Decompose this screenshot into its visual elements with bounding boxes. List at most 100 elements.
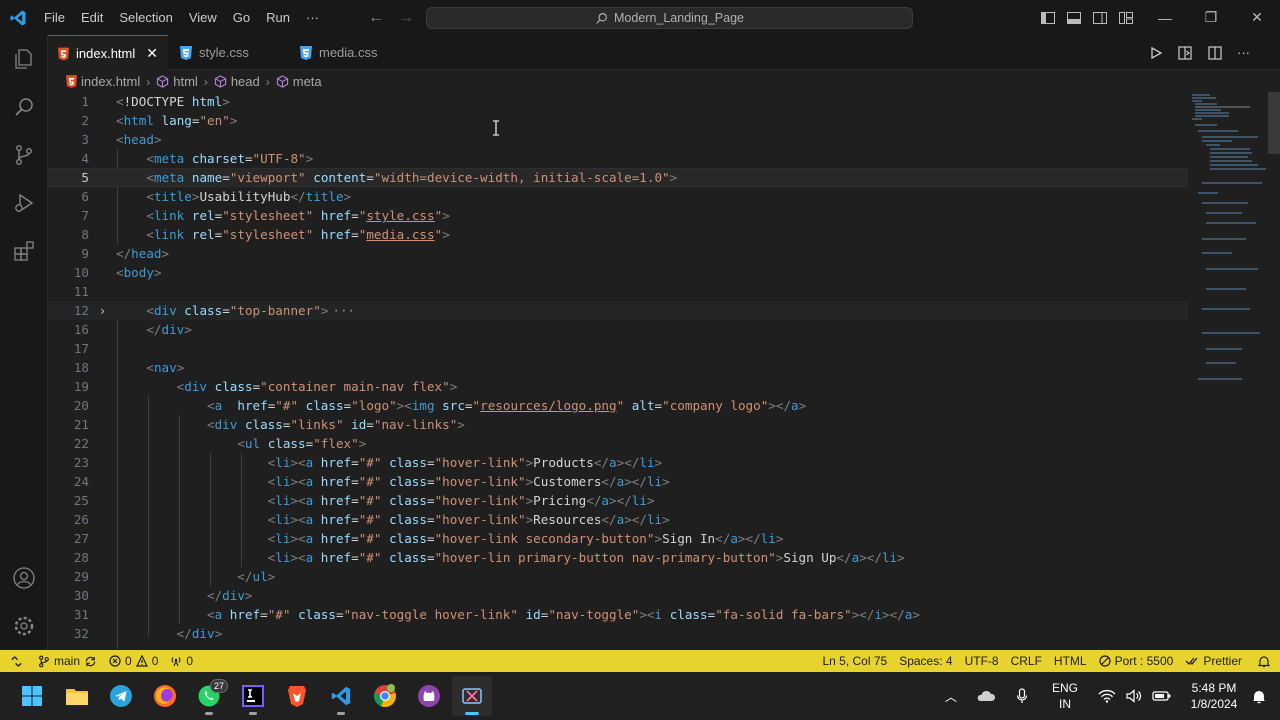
vscode-taskbar-icon[interactable] [321, 676, 361, 716]
command-center-search[interactable]: Modern_Landing_Page [426, 7, 913, 29]
vscode-logo-icon[interactable] [0, 0, 36, 35]
toggle-secondary-sidebar-icon[interactable] [1092, 10, 1108, 26]
system-tray: ︿ ENG IN 5:48 PM 1/8/2024 [936, 672, 1280, 720]
start-windows-icon[interactable] [12, 676, 52, 716]
split-editor-icon[interactable] [1207, 45, 1223, 61]
search-icon [596, 12, 607, 24]
intellij-icon[interactable] [233, 676, 273, 716]
close-window-button[interactable]: ✕ [1234, 0, 1280, 35]
cursor-position[interactable]: Ln 5, Col 75 [816, 650, 893, 672]
line-number: 31 [73, 607, 89, 622]
tab-index-html[interactable]: index.html ✕ [48, 35, 168, 71]
code-line: 18 <nav> [48, 358, 1188, 377]
code-line: 19 <div class="container main-nav flex"> [48, 377, 1188, 396]
show-hidden-icons-chevron-up-icon[interactable]: ︿ [936, 688, 966, 705]
code-text: </ul> [237, 569, 276, 584]
snipping-tool-icon[interactable] [452, 676, 492, 716]
live-server-port[interactable]: Port : 5500 [1093, 650, 1180, 672]
explorer-icon[interactable] [0, 35, 48, 83]
code-line: 26 <li><a href="#" class="hover-link">Re… [48, 510, 1188, 529]
tab-label: style.css [199, 45, 249, 60]
code-text: <meta charset="UTF-8"> [146, 151, 314, 166]
microphone-icon[interactable] [1016, 688, 1028, 704]
double-check-icon [1185, 657, 1198, 665]
back-arrow-icon[interactable]: ← [368, 9, 384, 27]
restore-button[interactable]: ❐ [1188, 0, 1234, 35]
breadcrumb-file[interactable]: index.html [66, 74, 140, 89]
fold-chevron-icon[interactable]: › [89, 304, 116, 318]
file-explorer-icon[interactable] [57, 676, 97, 716]
firefox-icon[interactable] [145, 676, 185, 716]
toggle-panel-icon[interactable] [1066, 10, 1082, 26]
menu-go[interactable]: Go [225, 0, 258, 35]
line-number: 9 [81, 246, 89, 261]
prettier-status[interactable]: Prettier [1179, 650, 1248, 672]
menu-view[interactable]: View [181, 0, 225, 35]
html5-icon [66, 75, 77, 88]
breadcrumb-meta[interactable]: meta [276, 74, 322, 89]
clock[interactable]: 5:48 PM 1/8/2024 [1180, 680, 1248, 712]
toggle-primary-sidebar-icon[interactable] [1040, 10, 1056, 26]
source-control-icon[interactable] [0, 131, 48, 179]
customize-layout-icon[interactable] [1118, 10, 1134, 26]
accounts-icon[interactable] [0, 554, 48, 602]
code-line: 30 </div> [48, 586, 1188, 605]
forward-arrow-icon[interactable]: → [398, 9, 414, 27]
encoding-status[interactable]: UTF-8 [959, 650, 1005, 672]
code-editor[interactable]: 1 <!DOCTYPE html> 2 <html lang="en"> 3 <hea… [48, 92, 1280, 649]
radio-tower-icon [171, 657, 181, 667]
branch-status[interactable]: main [32, 650, 103, 672]
search-sidebar-icon[interactable] [0, 83, 48, 131]
whatsapp-icon[interactable]: 27 [189, 676, 229, 716]
volume-icon[interactable] [1126, 689, 1144, 703]
symbol-element-icon [157, 75, 169, 88]
github-desktop-icon[interactable] [409, 676, 449, 716]
tab-style-css[interactable]: style.css [170, 35, 259, 70]
more-actions-icon[interactable]: ··· [1237, 45, 1250, 60]
code-text: <a href="#" class="nav-toggle hover-link… [207, 607, 920, 622]
menu-more[interactable]: ··· [298, 0, 327, 35]
wifi-icon[interactable] [1098, 689, 1116, 703]
code-text: <body> [116, 265, 162, 280]
run-play-icon[interactable] [1149, 46, 1163, 60]
run-debug-icon[interactable] [0, 179, 48, 227]
ports-status[interactable]: 0 [164, 650, 199, 672]
close-tab-icon[interactable]: ✕ [146, 45, 158, 62]
port-label: Port : 5500 [1114, 654, 1174, 668]
minimap[interactable] [1190, 92, 1266, 649]
chevron-right-icon: › [265, 74, 270, 89]
notification-bell-icon[interactable] [1252, 689, 1266, 704]
scrollbar-thumb[interactable] [1268, 92, 1280, 154]
notifications-bell-icon[interactable] [1248, 650, 1280, 672]
brave-browser-icon[interactable] [277, 676, 317, 716]
input-language[interactable]: ENG IN [1038, 680, 1092, 712]
tab-media-css[interactable]: media.css [290, 35, 388, 70]
open-preview-icon[interactable] [1177, 45, 1193, 61]
menu-file[interactable]: File [36, 0, 73, 35]
vertical-scrollbar[interactable] [1266, 92, 1280, 649]
menu-selection[interactable]: Selection [111, 0, 180, 35]
remote-indicator-icon[interactable] [0, 650, 32, 672]
indentation-status[interactable]: Spaces: 4 [893, 650, 958, 672]
menu-run[interactable]: Run [258, 0, 298, 35]
menu-edit[interactable]: Edit [73, 0, 111, 35]
line-number: 2 [81, 113, 89, 128]
telegram-icon[interactable] [101, 676, 141, 716]
breadcrumb-html[interactable]: html [156, 74, 198, 89]
chrome-icon[interactable] [365, 676, 405, 716]
minimize-button[interactable]: — [1142, 0, 1188, 35]
folded-ellipsis-icon[interactable]: ··· [332, 303, 355, 318]
line-number: 10 [73, 265, 89, 280]
onedrive-cloud-icon[interactable] [976, 689, 996, 703]
line-number: 19 [73, 379, 89, 394]
eol-status[interactable]: CRLF [1005, 650, 1048, 672]
battery-icon[interactable] [1152, 690, 1172, 702]
breadcrumb-head[interactable]: head [214, 74, 260, 89]
extensions-icon[interactable] [0, 227, 48, 275]
language-mode[interactable]: HTML [1048, 650, 1093, 672]
problems-status[interactable]: 0 0 [103, 650, 164, 672]
language-code: ENG [1051, 681, 1078, 695]
sync-icon[interactable] [84, 655, 97, 668]
editor-tab-bar: index.html ✕ style.css media.css ··· [48, 35, 1280, 71]
manage-gear-icon[interactable] [0, 602, 48, 650]
